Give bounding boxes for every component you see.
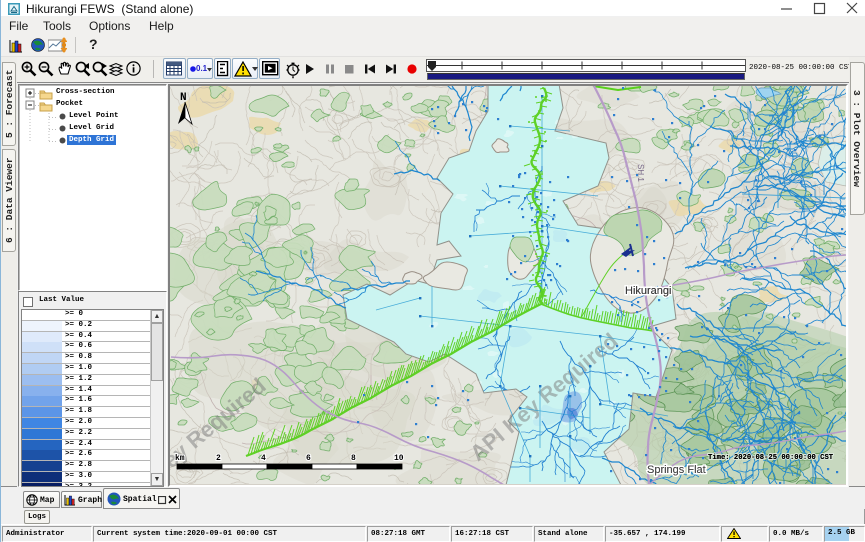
svg-text:km: km (175, 454, 185, 463)
svg-text:6: 6 (306, 454, 311, 463)
svg-text:2: 2 (216, 454, 221, 463)
svg-text:Springs Flat: Springs Flat (647, 464, 706, 476)
svg-text:SH 1: SH 1 (636, 164, 645, 182)
svg-text:10: 10 (394, 454, 404, 463)
svg-text:N: N (180, 92, 187, 104)
svg-text:Time: 2020-08-25 00:00:00 CST: Time: 2020-08-25 00:00:00 CST (708, 454, 834, 462)
svg-text:8: 8 (351, 454, 356, 463)
svg-text:4: 4 (261, 454, 266, 463)
svg-text:Hikurangi: Hikurangi (625, 285, 671, 297)
